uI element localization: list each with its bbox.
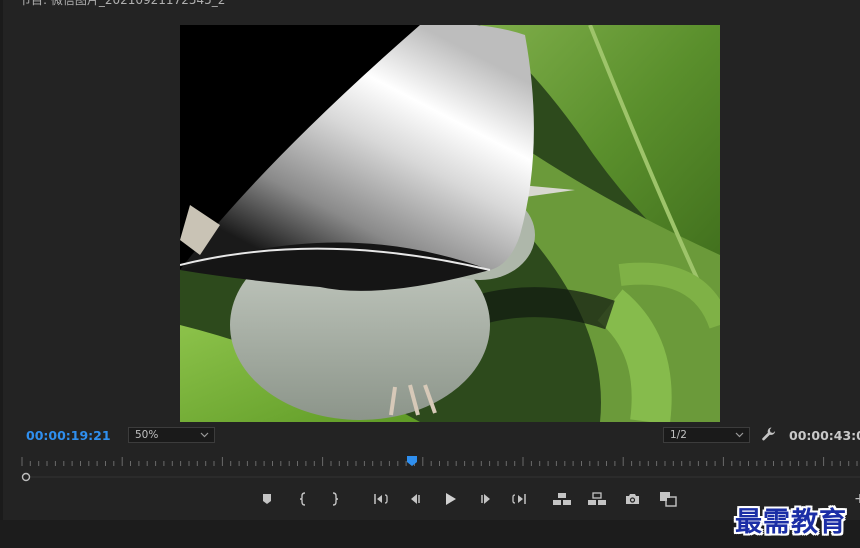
in-point-handle[interactable]: [21, 472, 31, 482]
extract-icon: [587, 492, 607, 506]
go-to-in-button[interactable]: [370, 489, 392, 509]
comparison-view-button[interactable]: [657, 489, 679, 509]
step-back-icon: [408, 493, 422, 505]
zoom-level-value: 50%: [135, 429, 159, 441]
marker-icon: [261, 493, 273, 505]
go-to-in-icon: [373, 493, 389, 505]
duration-timecode: 00:00:43:00: [789, 428, 860, 443]
export-frame-button[interactable]: [621, 489, 643, 509]
panel-title[interactable]: 节目: 微信图片_20210921172545_2: [19, 0, 225, 8]
watermark-text: 最需教育: [735, 507, 847, 538]
go-to-out-icon: [511, 493, 527, 505]
play-button[interactable]: [439, 489, 461, 509]
playhead-marker[interactable]: [406, 456, 417, 466]
add-button-icon[interactable]: +: [854, 491, 860, 507]
step-forward-icon: [479, 493, 493, 505]
lift-button[interactable]: [551, 489, 573, 509]
go-to-out-button[interactable]: [508, 489, 530, 509]
transport-controls: [253, 489, 693, 509]
chevron-down-icon: [735, 428, 744, 447]
program-monitor-panel: 节目: 微信图片_20210921172545_2 00:00:19:21 50…: [0, 0, 860, 520]
zoom-level-dropdown[interactable]: 50%: [128, 427, 215, 443]
mark-in-button[interactable]: [292, 489, 314, 509]
comparison-view-icon: [659, 491, 677, 507]
current-timecode[interactable]: 00:00:19:21: [26, 428, 111, 443]
video-preview-image: [180, 25, 720, 422]
add-marker-button[interactable]: [256, 489, 278, 509]
play-icon: [443, 492, 457, 506]
bottom-panel-strip: [0, 520, 860, 548]
lift-icon: [552, 492, 572, 506]
camera-icon: [625, 493, 640, 505]
settings-wrench-icon[interactable]: [761, 426, 777, 442]
video-frame[interactable]: [180, 25, 720, 422]
chevron-down-icon: [200, 428, 209, 447]
scrub-bar[interactable]: [20, 468, 860, 482]
mark-out-button[interactable]: [324, 489, 346, 509]
playback-resolution-value: 1/2: [670, 429, 687, 441]
extract-button[interactable]: [586, 489, 608, 509]
mark-out-icon: [330, 492, 340, 506]
step-back-button[interactable]: [404, 489, 426, 509]
step-forward-button[interactable]: [475, 489, 497, 509]
time-ruler[interactable]: [20, 452, 860, 468]
mark-in-icon: [298, 492, 308, 506]
playback-resolution-dropdown[interactable]: 1/2: [663, 427, 750, 443]
